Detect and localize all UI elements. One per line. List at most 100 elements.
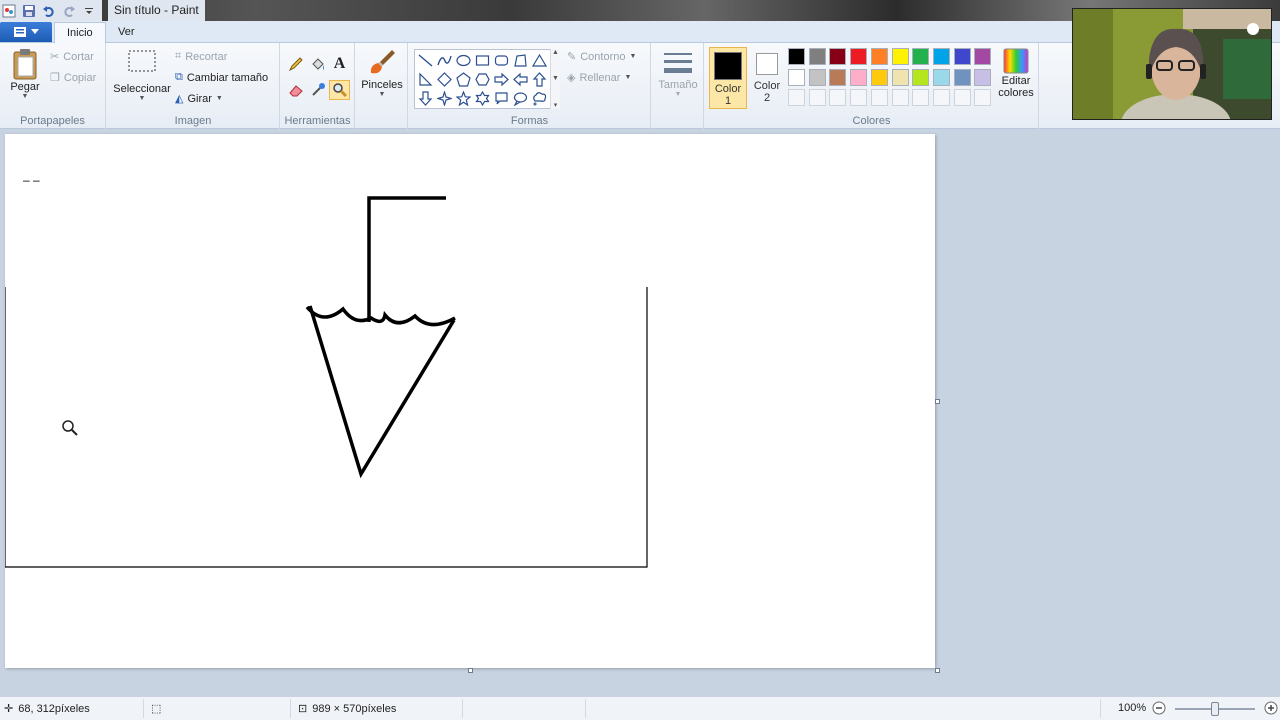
- paint-app-icon: [2, 4, 16, 18]
- chevron-down-icon[interactable]: ▼: [552, 75, 559, 82]
- zoom-in-button[interactable]: [1264, 701, 1278, 715]
- pencil-tool[interactable]: [285, 54, 306, 74]
- magnifier-tool[interactable]: [329, 80, 350, 100]
- palette-swatch[interactable]: [932, 68, 950, 86]
- size-button[interactable]: Tamaño ▼: [658, 47, 698, 98]
- right-arrow-shape[interactable]: [492, 70, 511, 89]
- polygon-shape[interactable]: [511, 51, 530, 70]
- image-group-label: Imagen: [174, 115, 212, 127]
- fill-tool[interactable]: [307, 54, 328, 74]
- custom-color-slot[interactable]: [829, 89, 847, 106]
- outline-button[interactable]: ✎ Contorno ▼: [567, 50, 636, 64]
- left-arrow-shape[interactable]: [511, 70, 530, 89]
- palette-swatch[interactable]: [850, 48, 868, 65]
- custom-color-slot[interactable]: [974, 89, 992, 106]
- work-area[interactable]: – –: [0, 130, 1280, 696]
- drawing-canvas[interactable]: – –: [4, 134, 935, 668]
- select-button[interactable]: Seleccionar ▼: [113, 47, 171, 102]
- curve-shape[interactable]: [435, 51, 454, 70]
- four-point-star-shape[interactable]: [435, 89, 454, 108]
- down-arrow-shape[interactable]: [416, 89, 435, 108]
- custom-color-slot[interactable]: [912, 89, 930, 106]
- rounded-rectangle-shape[interactable]: [492, 51, 511, 70]
- text-tool[interactable]: A: [329, 54, 350, 74]
- status-divider: [290, 699, 291, 718]
- palette-swatch[interactable]: [808, 48, 826, 65]
- palette-swatch[interactable]: [850, 68, 868, 86]
- six-point-star-shape[interactable]: [473, 89, 492, 108]
- custom-color-slot[interactable]: [953, 89, 971, 106]
- palette-swatch[interactable]: [829, 48, 847, 65]
- hexagon-shape[interactable]: [473, 70, 492, 89]
- palette-swatch[interactable]: [974, 48, 992, 65]
- rectangle-shape[interactable]: [473, 51, 492, 70]
- shapes-scroll[interactable]: ▲ ▼ ▾: [550, 49, 560, 109]
- redo-icon[interactable]: [62, 4, 76, 18]
- canvas-resize-handle-right[interactable]: [935, 399, 940, 404]
- chevron-up-icon[interactable]: ▲: [552, 49, 559, 56]
- palette-swatch[interactable]: [953, 68, 971, 86]
- status-divider: [462, 699, 463, 718]
- custom-color-slot[interactable]: [850, 89, 868, 106]
- eyedropper-icon: [311, 83, 325, 96]
- custom-color-slot[interactable]: [932, 89, 950, 106]
- color1-button[interactable]: Color 1: [709, 47, 747, 109]
- palette-swatch[interactable]: [912, 68, 930, 86]
- zoom-slider-thumb[interactable]: [1211, 702, 1219, 716]
- palette-swatch[interactable]: [891, 68, 909, 86]
- customize-toolbar-icon[interactable]: [82, 4, 96, 18]
- zoom-out-button[interactable]: [1152, 701, 1166, 715]
- color2-button[interactable]: Color 2: [750, 47, 784, 109]
- color-picker-tool[interactable]: [307, 80, 328, 100]
- brushes-button[interactable]: Pinceles ▼: [360, 47, 404, 98]
- five-point-star-shape[interactable]: [454, 89, 473, 108]
- rounded-callout-shape[interactable]: [492, 89, 511, 108]
- image-group: Seleccionar ▼ ⌗ Recortar ⧉ Cambiar tamañ…: [107, 43, 280, 129]
- tab-view[interactable]: Ver: [106, 22, 147, 44]
- tab-home[interactable]: Inicio: [54, 22, 106, 44]
- custom-color-slot[interactable]: [808, 89, 826, 106]
- zoom-slider[interactable]: [1175, 702, 1255, 716]
- palette-swatch[interactable]: [953, 48, 971, 65]
- rotate-button[interactable]: ◭ Girar ▼: [175, 92, 223, 106]
- palette-swatch[interactable]: [912, 48, 930, 65]
- zoom-in-icon: [1264, 701, 1278, 715]
- pentagon-shape[interactable]: [454, 70, 473, 89]
- crop-button[interactable]: ⌗ Recortar: [175, 50, 227, 63]
- right-triangle-shape[interactable]: [416, 70, 435, 89]
- canvas-resize-handle-corner[interactable]: [935, 668, 940, 673]
- diamond-shape[interactable]: [435, 70, 454, 89]
- canvas-resize-handle-bottom[interactable]: [468, 668, 473, 673]
- palette-swatch[interactable]: [870, 68, 888, 86]
- line-shape[interactable]: [416, 51, 435, 70]
- oval-shape[interactable]: [454, 51, 473, 70]
- custom-color-slot[interactable]: [891, 89, 909, 106]
- undo-icon[interactable]: [42, 4, 56, 18]
- tools-group: A Herramientas: [281, 43, 355, 129]
- save-icon[interactable]: [22, 4, 36, 18]
- more-icon[interactable]: ▾: [554, 101, 558, 109]
- fill-button[interactable]: ◈ Rellenar ▼: [567, 71, 631, 85]
- up-arrow-shape[interactable]: [530, 70, 549, 89]
- file-menu-button[interactable]: [0, 22, 52, 42]
- custom-color-slot[interactable]: [788, 89, 805, 106]
- paste-button[interactable]: Pegar ▼: [8, 47, 42, 100]
- resize-button[interactable]: ⧉ Cambiar tamaño: [175, 71, 268, 84]
- palette-swatch[interactable]: [808, 68, 826, 86]
- cut-button[interactable]: ✂ Cortar: [50, 50, 94, 64]
- palette-swatch[interactable]: [891, 48, 909, 65]
- custom-color-slot[interactable]: [870, 89, 888, 106]
- palette-swatch[interactable]: [974, 68, 992, 86]
- edit-colors-button[interactable]: Editar colores: [996, 47, 1036, 99]
- oval-callout-shape[interactable]: [511, 89, 530, 108]
- palette-swatch[interactable]: [788, 68, 805, 86]
- palette-swatch[interactable]: [932, 48, 950, 65]
- triangle-shape[interactable]: [530, 51, 549, 70]
- palette-swatch[interactable]: [788, 48, 805, 65]
- cloud-callout-shape[interactable]: [530, 89, 549, 108]
- copy-button[interactable]: ❐ Copiar: [50, 71, 96, 85]
- triangle-icon: [532, 53, 547, 67]
- palette-swatch[interactable]: [829, 68, 847, 86]
- palette-swatch[interactable]: [870, 48, 888, 65]
- eraser-tool[interactable]: [285, 80, 306, 100]
